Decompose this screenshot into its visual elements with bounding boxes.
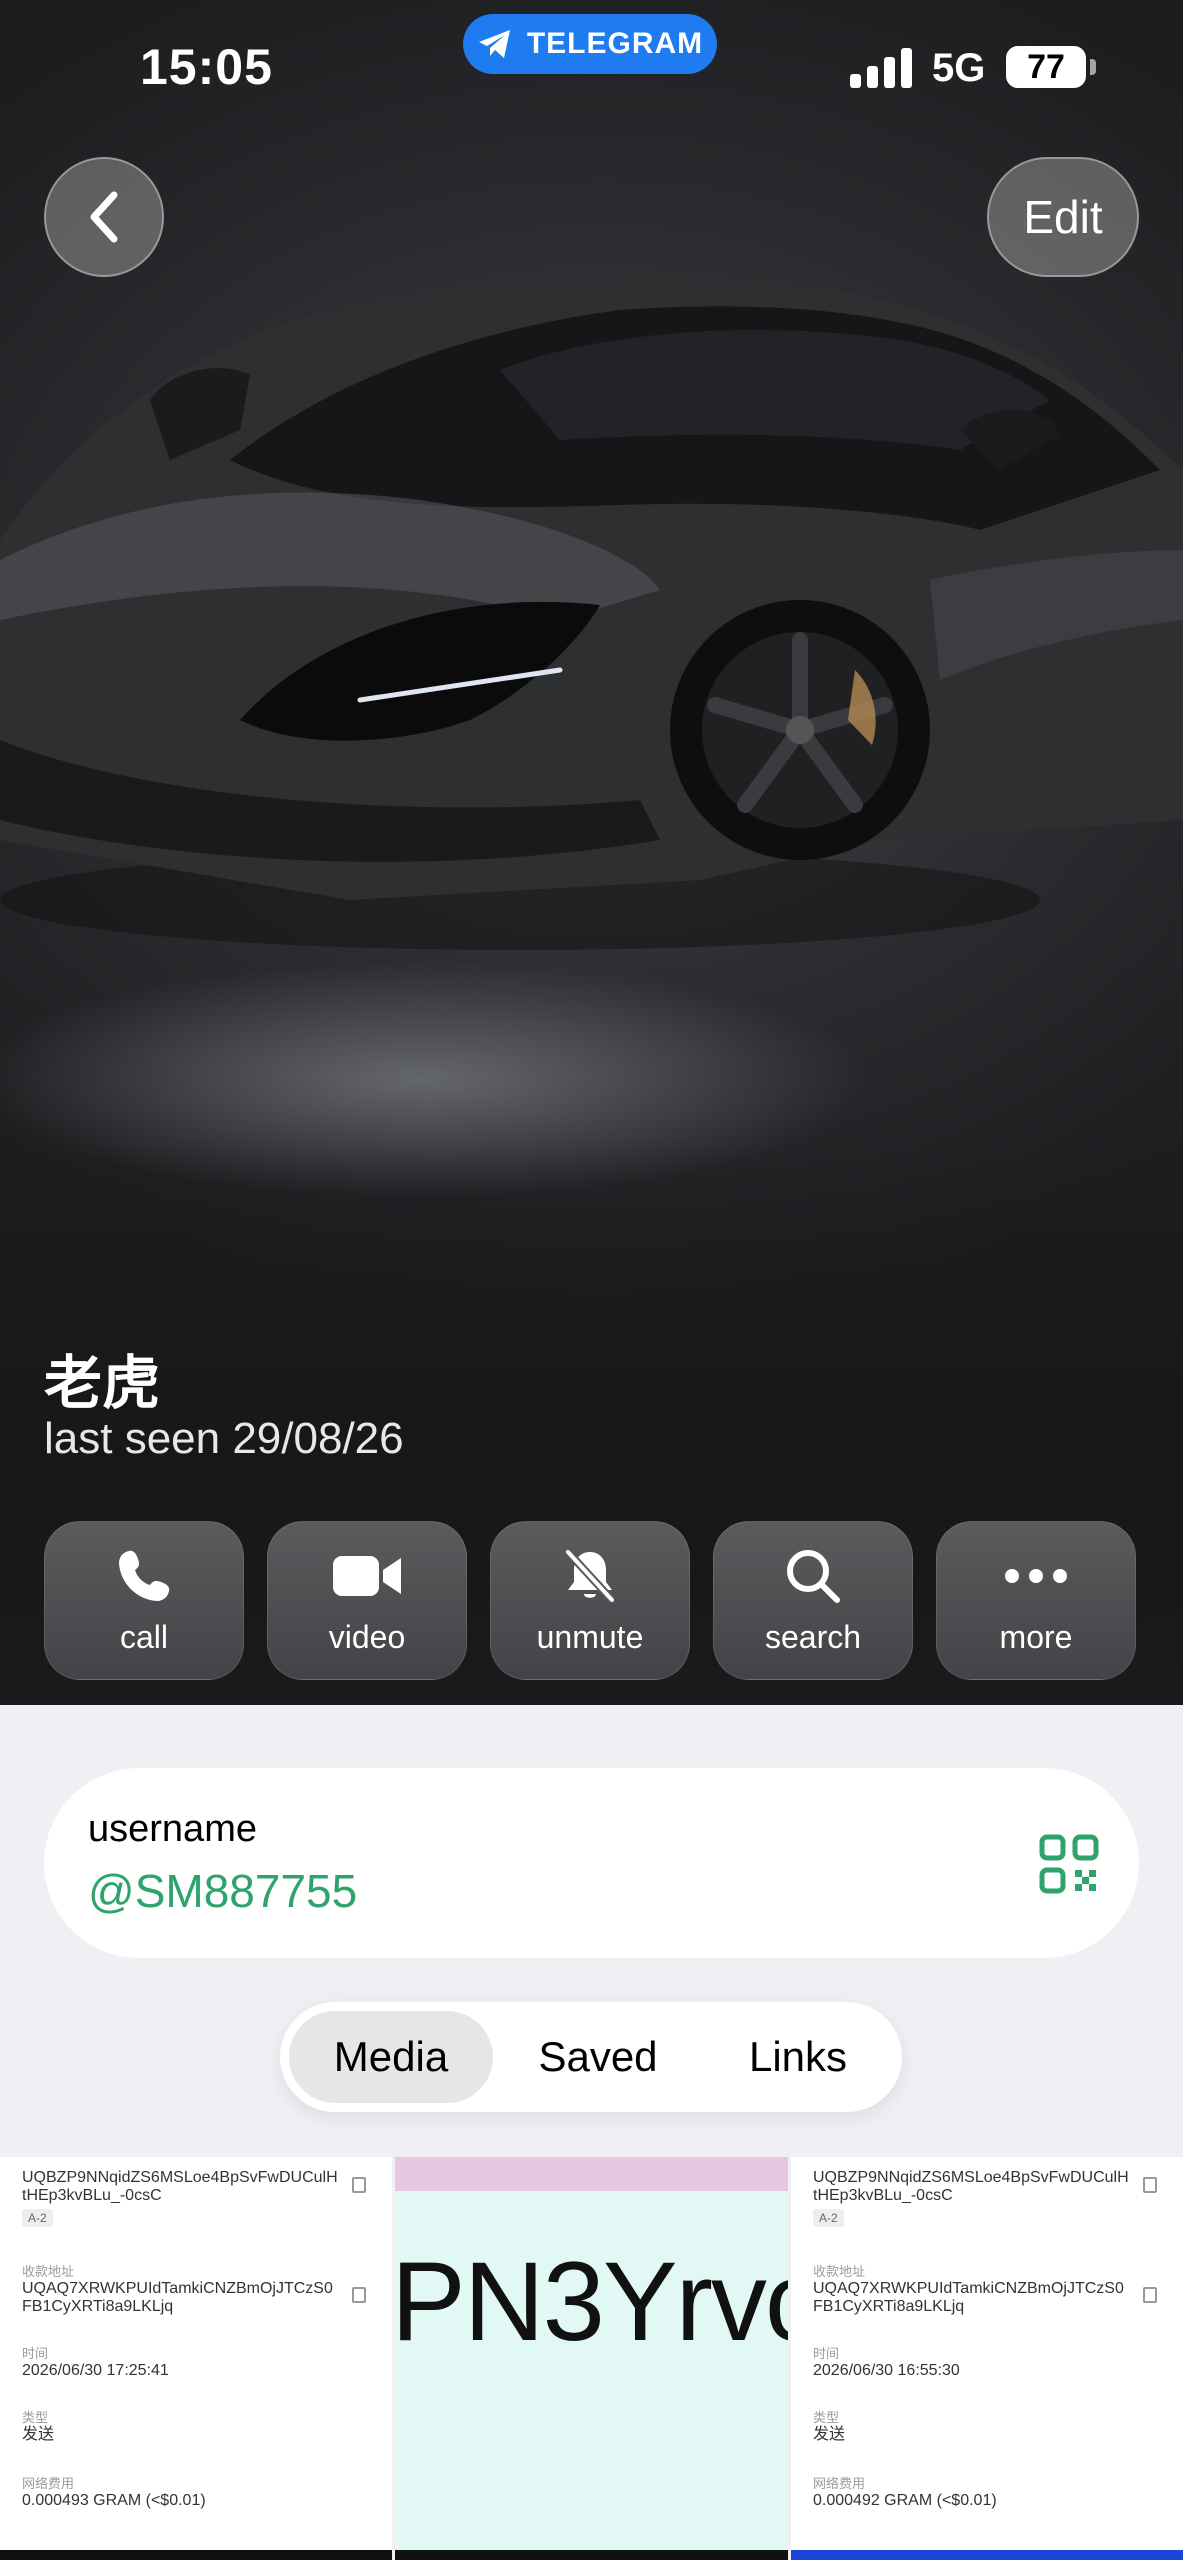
tx2-type: 发送 [813, 2426, 846, 2443]
username-card[interactable]: username @SM887755 [44, 1768, 1139, 1958]
call-label: call [119, 1619, 168, 1655]
copy-icon[interactable] [1143, 2177, 1157, 2193]
tx2-from-address: UQBZP9NNqidZS6MSLoe4BpSvFwDUCulHtHEp3kvB… [813, 2169, 1129, 2204]
more-button[interactable]: more [936, 1521, 1136, 1680]
telegram-pill-label: TELEGRAM [526, 27, 704, 60]
video-label: video [328, 1619, 406, 1655]
tx1-type: 发送 [22, 2426, 55, 2443]
back-button[interactable] [44, 157, 164, 277]
tx2-type-label: 类型 [813, 2410, 840, 2425]
copy-icon[interactable] [352, 2177, 366, 2193]
tab-saved[interactable]: Saved [503, 2011, 693, 2103]
tx1-fee-label: 网络费用 [22, 2476, 75, 2491]
copy-icon[interactable] [352, 2287, 366, 2303]
tx2-fee: 0.000492 GRAM (<$0.01) [813, 2492, 997, 2509]
tab-links[interactable]: Links [703, 2011, 893, 2103]
qr-code-icon[interactable] [1039, 1834, 1099, 1894]
tx2-time-label: 时间 [813, 2346, 840, 2361]
tx2-to-label: 收款地址 [813, 2264, 866, 2279]
username-label: username [88, 1808, 257, 1850]
tx1-time-label: 时间 [22, 2346, 49, 2361]
telegram-app-pill[interactable]: TELEGRAM [463, 14, 717, 74]
tx1-fee: 0.000493 GRAM (<$0.01) [22, 2492, 206, 2509]
tx2-to-address: UQAQ7XRWKPUIdTamkiCNZBmOjJTCzS0FB1CyXRTi… [813, 2280, 1124, 2315]
media-item-transaction-1[interactable]: UQBZP9NNqidZS6MSLoe4BpSvFwDUCulHtHEp3kvB… [0, 2157, 392, 2560]
profile-actions: call video unmute search more [44, 1521, 1136, 1680]
battery-indicator: 77 [1006, 46, 1086, 88]
call-button[interactable]: call [44, 1521, 244, 1680]
more-label: more [999, 1619, 1073, 1655]
tx1-to-address: UQAQ7XRWKPUIdTamkiCNZBmOjJTCzS0FB1CyXRTi… [22, 2280, 333, 2315]
image-edge-strip [395, 2550, 788, 2560]
more-dots-icon [1005, 1569, 1067, 1583]
video-button[interactable]: video [267, 1521, 467, 1680]
code-text: PN3Yrvc [395, 2239, 788, 2364]
video-camera-icon [333, 1556, 401, 1596]
chevron-left-icon [90, 191, 118, 243]
signal-bars-icon [850, 48, 912, 88]
search-button[interactable]: search [713, 1521, 913, 1680]
tx1-from-tag: A-2 [22, 2209, 53, 2227]
copy-icon[interactable] [1143, 2287, 1157, 2303]
unmute-label: unmute [536, 1619, 644, 1655]
media-item-transaction-2[interactable]: UQBZP9NNqidZS6MSLoe4BpSvFwDUCulHtHEp3kvB… [791, 2157, 1183, 2560]
search-label: search [764, 1619, 862, 1655]
telegram-plane-icon [478, 30, 510, 58]
car-photo-image [0, 276, 1183, 950]
media-grid: UQBZP9NNqidZS6MSLoe4BpSvFwDUCulHtHEp3kvB… [0, 2157, 1183, 2560]
image-edge-strip [0, 2550, 392, 2560]
edit-button[interactable]: Edit [987, 157, 1139, 277]
tx2-time: 2026/06/30 16:55:30 [813, 2362, 960, 2379]
tab-media[interactable]: Media [289, 2011, 493, 2103]
unmute-button[interactable]: unmute [490, 1521, 690, 1680]
tx1-to-label: 收款地址 [22, 2264, 75, 2279]
status-time: 15:05 [140, 39, 273, 95]
phone-icon [119, 1550, 170, 1601]
search-icon [787, 1550, 840, 1603]
battery-tip [1090, 59, 1096, 75]
tx2-from-tag: A-2 [813, 2209, 844, 2227]
image-header-band [395, 2157, 788, 2191]
tx1-type-label: 类型 [22, 2410, 49, 2425]
tx1-from-address: UQBZP9NNqidZS6MSLoe4BpSvFwDUCulHtHEp3kvB… [22, 2169, 338, 2204]
tx2-fee-label: 网络费用 [813, 2476, 866, 2491]
tx1-time: 2026/06/30 17:25:41 [22, 2362, 169, 2379]
username-value[interactable]: @SM887755 [88, 1864, 357, 1918]
bell-slash-icon [565, 1549, 615, 1603]
media-tabs: Media Saved Links [280, 2002, 902, 2112]
media-item-code-image[interactable]: PN3Yrvc [395, 2157, 788, 2560]
last-seen-status: last seen 29/08/26 [44, 1414, 404, 1463]
network-type: 5G [932, 46, 986, 90]
contact-name: 老虎 [44, 1351, 161, 1416]
image-edge-strip [791, 2550, 1183, 2560]
